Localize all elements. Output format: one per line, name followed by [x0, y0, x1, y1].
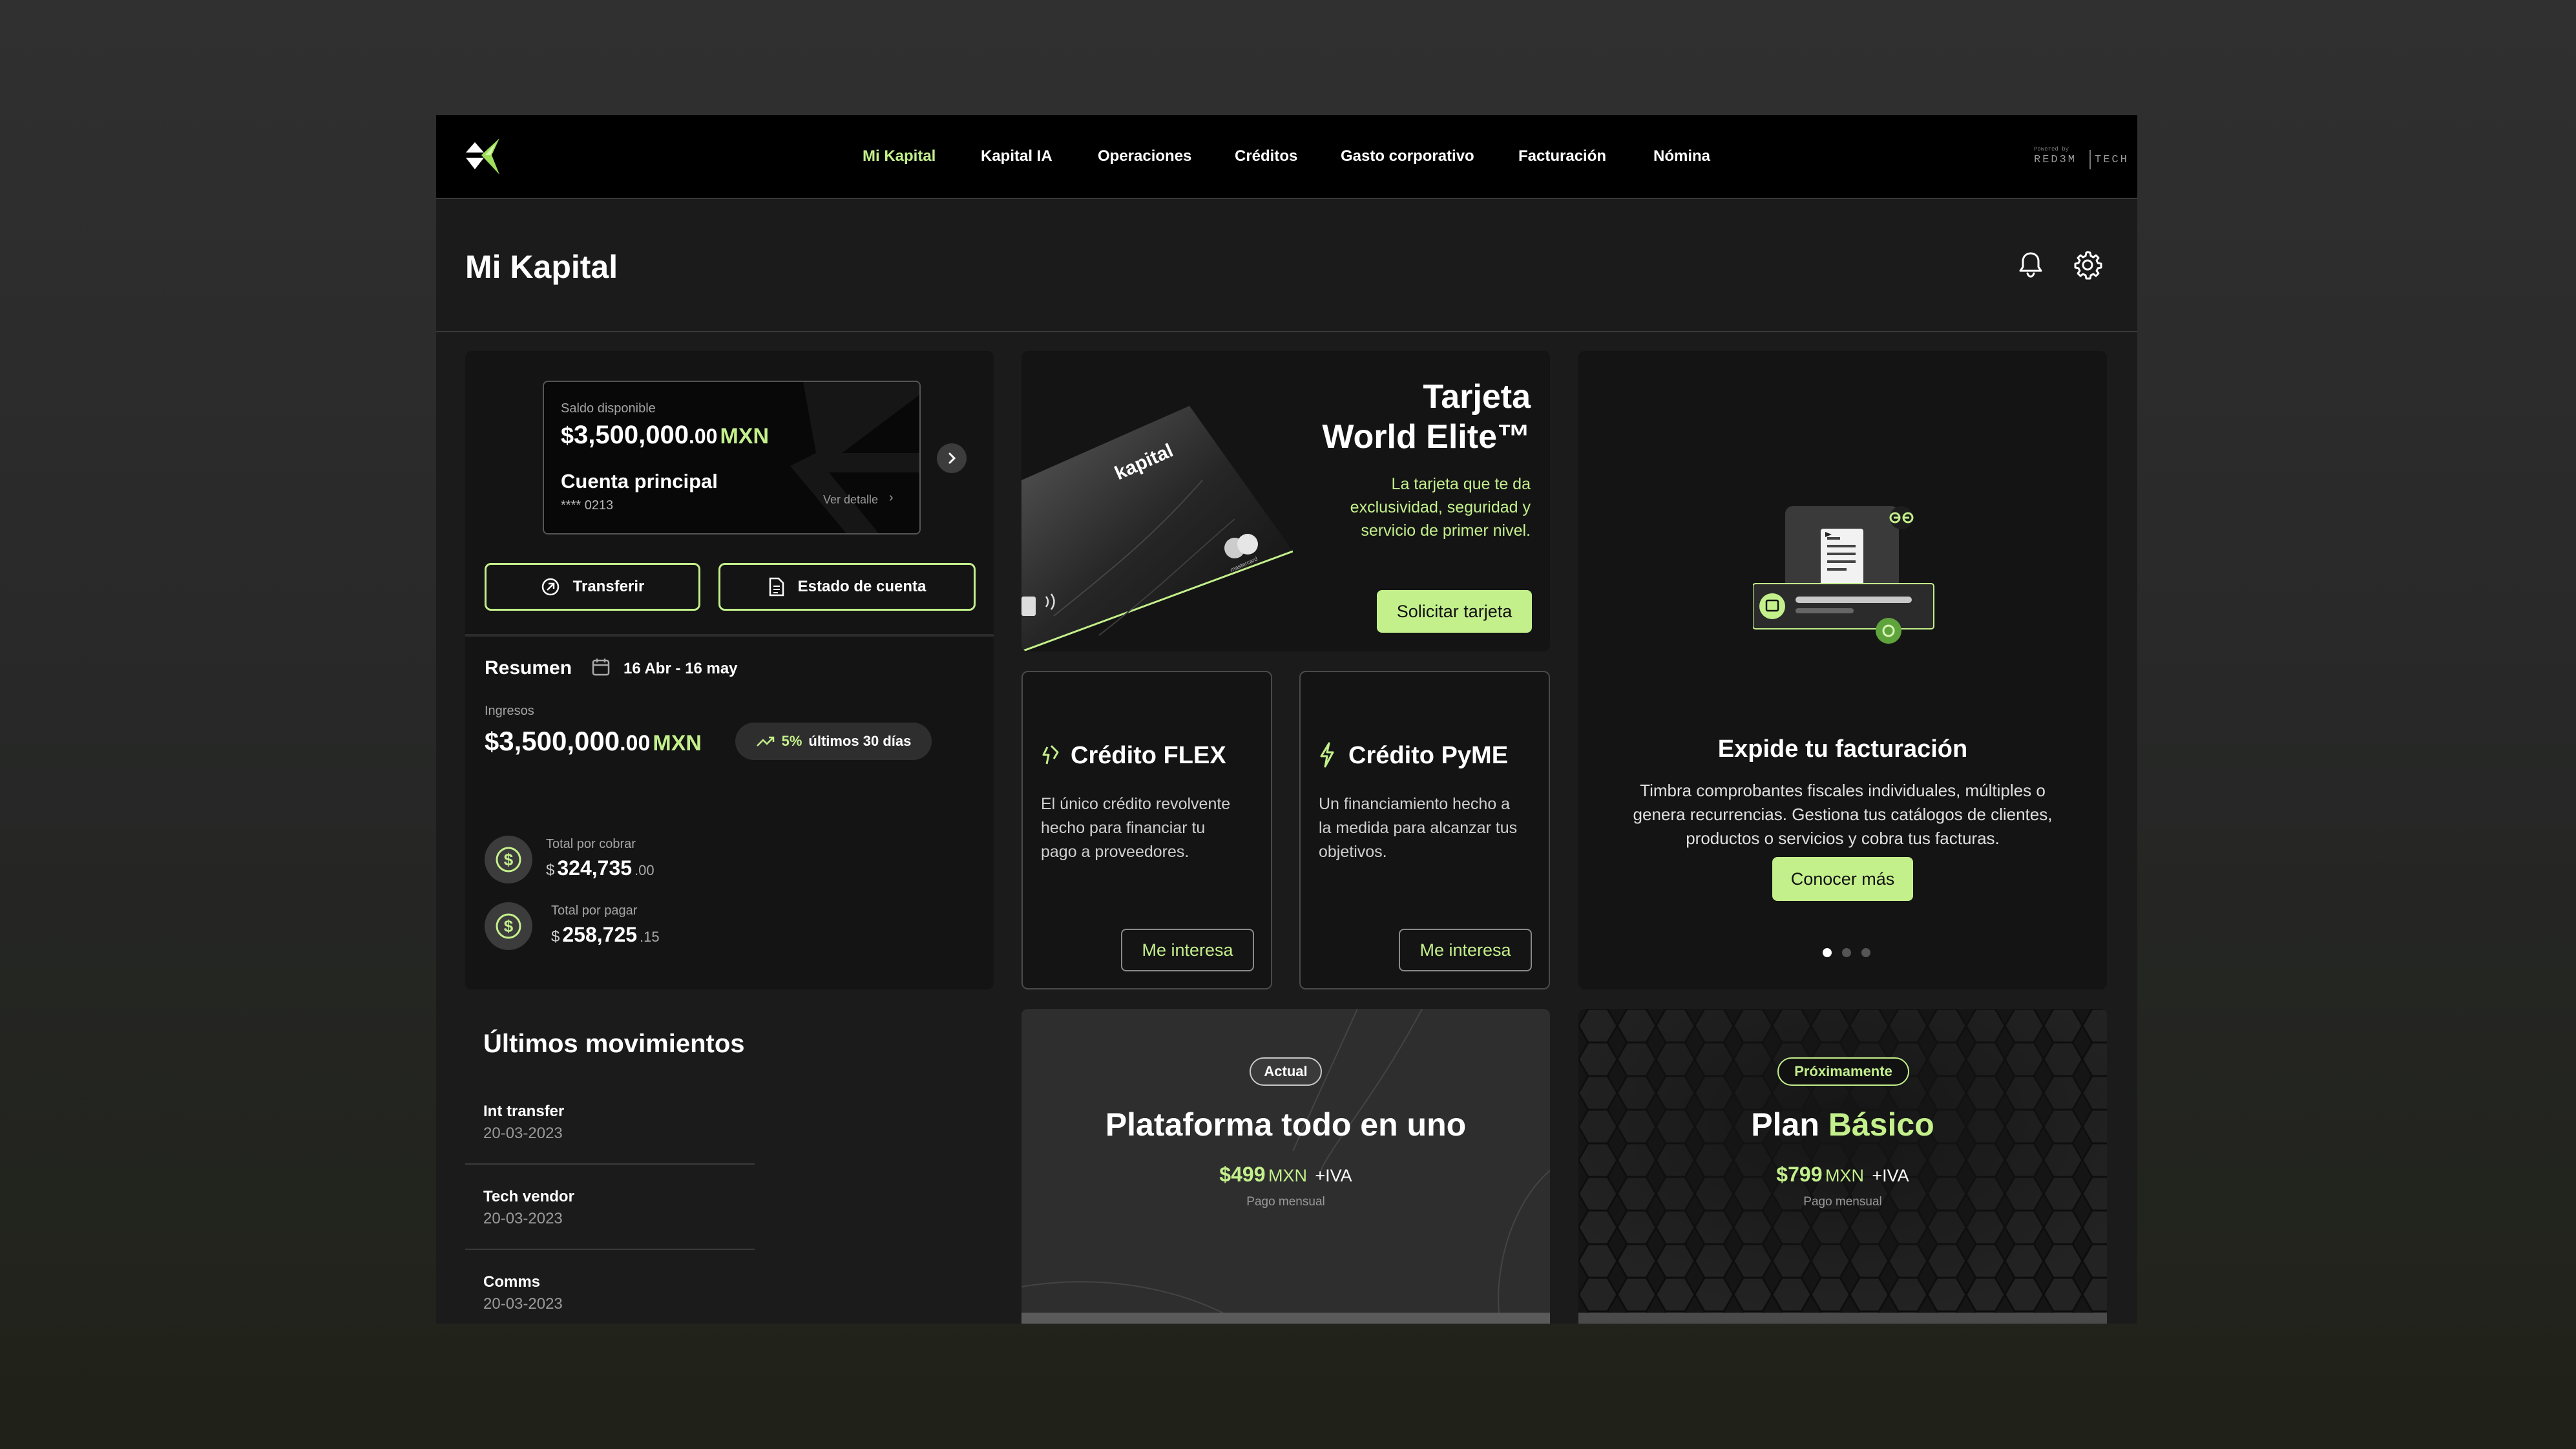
plan-next-card: Próximamente Plan Básico $799 MXN +IVA P…: [1578, 1009, 2107, 1324]
payable-label: Total por pagar: [551, 904, 638, 918]
svg-text:$: $: [504, 916, 514, 936]
income-amount: $3,500,000.00 MXN: [485, 726, 702, 756]
brand-left: RED3M: [2034, 154, 2077, 166]
date-range[interactable]: 16 Abr - 16 may: [623, 660, 738, 678]
nav-kapital-ia[interactable]: Kapital IA: [981, 147, 1052, 165]
next-account-button[interactable]: [937, 443, 967, 473]
transfer-label: Transferir: [572, 578, 645, 595]
plan-next-title: Plan Básico: [1751, 1106, 1934, 1143]
receivable-coin-icon: $: [485, 836, 532, 883]
credit-pyme-interest-button[interactable]: Me interesa: [1399, 929, 1532, 971]
current-badge: Actual: [1250, 1057, 1322, 1086]
credit-pyme-title: Crédito PyME: [1348, 742, 1509, 769]
nav-mi-kapital[interactable]: Mi Kapital: [863, 147, 936, 165]
plan-next-period: Pago mensual: [1803, 1195, 1882, 1209]
credit-card-illustration: kapital mastercard: [1021, 406, 1293, 651]
account-statement-button[interactable]: Estado de cuenta: [718, 563, 976, 611]
plan-current-card: Actual Plataforma todo en uno $499 MXN +…: [1021, 1009, 1550, 1324]
movement-name[interactable]: Int transfer: [483, 1103, 564, 1121]
nav-operaciones[interactable]: Operaciones: [1098, 147, 1191, 165]
svg-text:$: $: [504, 850, 514, 869]
credit-flex-card: Crédito FLEX El único crédito revolvente…: [1021, 671, 1272, 989]
invoice-title: Expide tu facturación: [1717, 735, 1968, 763]
view-detail-link[interactable]: Ver detalle: [823, 493, 878, 507]
request-card-button[interactable]: Solicitar tarjeta: [1377, 590, 1532, 633]
account-card[interactable]: Saldo disponible $3,500,000.00 MXN Cuenta…: [543, 381, 921, 534]
movement-date: 20-03-2023: [483, 1210, 563, 1227]
account-name: Cuenta principal: [561, 470, 718, 492]
main-nav: Mi Kapital Kapital IA Operaciones Crédit…: [436, 115, 2137, 199]
plan-current-period: Pago mensual: [1246, 1195, 1325, 1209]
payable-amount: $258,725.15: [551, 923, 660, 946]
plan-next-price: $799 MXN +IVA: [1776, 1163, 1909, 1186]
header-divider: [436, 331, 2137, 332]
calendar-icon[interactable]: [591, 657, 611, 677]
invoice-promo-carousel: Expide tu facturación Timbra comprobante…: [1578, 351, 2107, 989]
balance-amount: $3,500,000.00 MXN: [561, 421, 770, 449]
receivable-label: Total por cobrar: [546, 837, 636, 851]
app-window: Mi Kapital Kapital IA Operaciones Crédit…: [436, 115, 2137, 1324]
chevron-right-icon: [948, 452, 956, 464]
promo-description: La tarjeta que te da exclusividad, segur…: [1350, 475, 1531, 540]
income-label: Ingresos: [485, 704, 534, 718]
coming-soon-badge: Próximamente: [1777, 1057, 1909, 1086]
credit-flex-interest-button[interactable]: Me interesa: [1121, 929, 1254, 971]
world-elite-promo: kapital mastercard Tarjeta World Elite™ …: [1021, 351, 1550, 651]
nav-nomina[interactable]: Nómina: [1653, 147, 1710, 165]
page-title: Mi Kapital: [465, 249, 618, 285]
credit-pyme-description: Un financiamiento hecho a la medida para…: [1319, 795, 1518, 861]
transfer-icon: [541, 578, 559, 596]
movement-name[interactable]: Comms: [483, 1273, 540, 1291]
account-summary-panel: Saldo disponible $3,500,000.00 MXN Cuenta…: [465, 351, 994, 989]
movements-title: Últimos movimientos: [483, 1030, 745, 1058]
movement-divider: [465, 1163, 755, 1165]
receivable-amount: $324,735.00: [546, 856, 654, 880]
movement-name[interactable]: Tech vendor: [483, 1188, 574, 1206]
panel-divider: [465, 634, 994, 637]
transfer-button[interactable]: Transferir: [485, 563, 700, 611]
plan-current-title: Plataforma todo en uno: [1105, 1106, 1467, 1143]
nav-gasto-corporativo[interactable]: Gasto corporativo: [1341, 147, 1474, 165]
brand-red3m-tech: Powered by RED3M TECH: [2034, 146, 2131, 169]
learn-more-button[interactable]: Conocer más: [1772, 857, 1913, 901]
brand-right: TECH: [2095, 154, 2129, 166]
payable-coin-icon: $: [485, 902, 532, 950]
growth-badge: 5% últimos 30 días: [735, 723, 932, 760]
bell-icon[interactable]: [2015, 249, 2046, 280]
credit-pyme-card: Crédito PyME Un financiamiento hecho a l…: [1299, 671, 1550, 989]
account-number: **** 0213: [561, 498, 614, 513]
statement-label: Estado de cuenta: [797, 578, 927, 595]
nav-creditos[interactable]: Créditos: [1235, 147, 1297, 165]
invoice-description: Timbra comprobantes fiscales individuale…: [1633, 781, 2053, 848]
trend-up-icon: [756, 736, 774, 746]
carousel-dot[interactable]: [1842, 948, 1851, 957]
credit-flex-title: Crédito FLEX: [1071, 742, 1226, 769]
refresh-credit-icon: [1042, 745, 1059, 765]
lightning-icon: [1320, 742, 1334, 768]
invoice-illustration: [1753, 506, 1934, 644]
brand-separator: [2089, 150, 2091, 169]
nav-facturacion[interactable]: Facturación: [1518, 147, 1606, 165]
top-navbar: Mi Kapital Kapital IA Operaciones Crédit…: [436, 115, 2137, 199]
credit-flex-description: El único crédito revolvente hecho para f…: [1041, 795, 1231, 861]
balance-label: Saldo disponible: [561, 401, 656, 416]
chevron-right-icon: ›: [889, 491, 894, 505]
promo-title: Tarjeta World Elite™: [1322, 378, 1531, 456]
movement-divider: [465, 1249, 755, 1250]
gear-icon[interactable]: [2072, 249, 2103, 280]
brand-powered-by: Powered by: [2034, 146, 2069, 153]
movement-date: 20-03-2023: [483, 1125, 563, 1142]
card-logo-watermark: [790, 382, 919, 533]
plan-current-price: $499 MXN +IVA: [1219, 1163, 1352, 1186]
document-icon: [769, 577, 784, 597]
summary-title: Resumen: [485, 657, 572, 679]
carousel-dot[interactable]: [1861, 948, 1870, 957]
movement-date: 20-03-2023: [483, 1295, 563, 1313]
carousel-dot-active[interactable]: [1823, 948, 1832, 957]
